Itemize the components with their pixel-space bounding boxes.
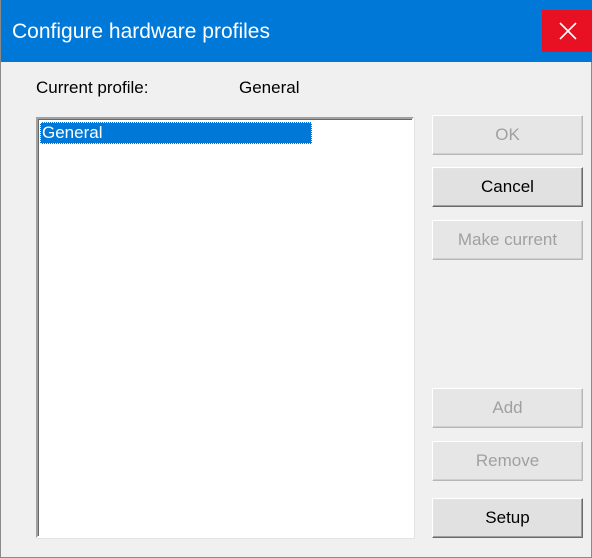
configure-hardware-profiles-dialog: Configure hardware profiles Current prof… xyxy=(0,0,592,558)
profiles-listbox[interactable]: General xyxy=(36,117,414,538)
title-bar[interactable]: Configure hardware profiles xyxy=(1,0,592,62)
add-button[interactable]: Add xyxy=(432,388,583,428)
ok-button[interactable]: OK xyxy=(432,115,583,155)
current-profile-value: General xyxy=(239,78,300,97)
window-title: Configure hardware profiles xyxy=(12,20,270,43)
cancel-button[interactable]: Cancel xyxy=(432,167,583,207)
remove-button[interactable]: Remove xyxy=(432,441,583,481)
make-current-button[interactable]: Make current xyxy=(432,220,583,260)
setup-button[interactable]: Setup xyxy=(432,498,583,538)
close-icon xyxy=(558,22,577,40)
close-button[interactable] xyxy=(542,10,592,52)
current-profile-label: Current profile: xyxy=(36,78,149,97)
profile-list-item-general[interactable]: General xyxy=(40,122,312,144)
